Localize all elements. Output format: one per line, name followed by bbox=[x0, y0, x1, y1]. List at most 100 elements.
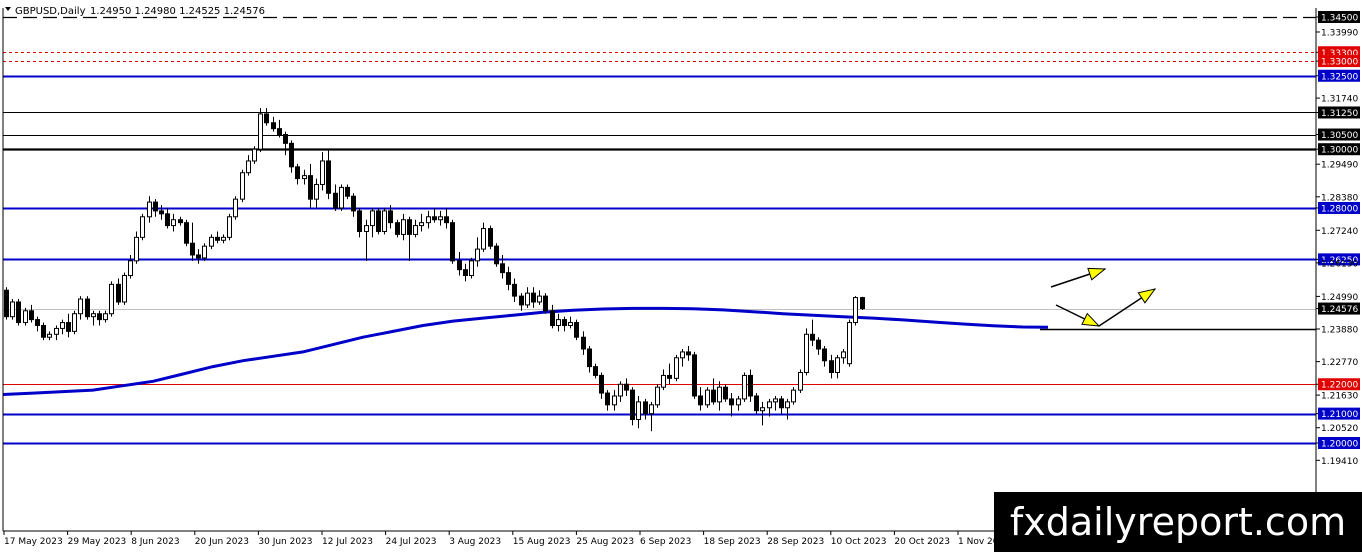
candle bbox=[140, 213, 145, 241]
candle bbox=[655, 384, 660, 408]
candle-body bbox=[134, 236, 139, 262]
ohlc-label: 1.24950 1.24980 1.24525 1.24576 bbox=[90, 6, 265, 17]
candle-body bbox=[295, 166, 300, 180]
candle-body bbox=[612, 395, 617, 406]
candle bbox=[674, 354, 679, 382]
candle bbox=[227, 213, 232, 241]
candle-body bbox=[432, 216, 437, 221]
candle-body bbox=[729, 398, 734, 406]
date-tick-label: 18 Sep 2023 bbox=[704, 537, 761, 547]
candle bbox=[72, 310, 77, 335]
candle-body bbox=[351, 195, 356, 212]
candle-body bbox=[376, 210, 381, 232]
candle-body bbox=[798, 371, 803, 391]
candle-body bbox=[475, 248, 480, 262]
candle-body bbox=[841, 351, 846, 359]
candle-body bbox=[748, 374, 753, 397]
candle-body bbox=[506, 272, 511, 285]
symbol-label: GBPUSD,Daily bbox=[15, 6, 86, 17]
candle-body bbox=[47, 333, 52, 338]
candle-body bbox=[345, 186, 350, 197]
candle-body bbox=[258, 113, 263, 150]
candle-body bbox=[109, 283, 114, 315]
candle bbox=[754, 393, 759, 414]
candle-body bbox=[711, 389, 716, 403]
candle-body bbox=[240, 172, 245, 200]
candle bbox=[23, 307, 28, 326]
candle bbox=[574, 319, 579, 341]
price-tick-label: 1.19410 bbox=[1321, 457, 1358, 467]
candle-body bbox=[401, 219, 406, 235]
candle bbox=[860, 296, 865, 311]
candle bbox=[798, 369, 803, 394]
candle-body bbox=[159, 210, 164, 215]
candle-body bbox=[289, 142, 294, 168]
candle-body bbox=[308, 175, 313, 200]
candle-body bbox=[494, 245, 499, 265]
candle-body bbox=[165, 213, 170, 227]
candle-body bbox=[302, 175, 307, 180]
watermark-logo: fxdailyreport.com bbox=[994, 492, 1362, 552]
candle-body bbox=[816, 339, 821, 350]
candle-body bbox=[853, 297, 858, 324]
price-label: 1.30500 bbox=[1321, 131, 1358, 141]
candle-body bbox=[103, 313, 108, 321]
candle-body bbox=[128, 260, 133, 277]
candle-body bbox=[320, 160, 325, 185]
candle-body bbox=[581, 336, 586, 350]
candle-body bbox=[742, 374, 747, 400]
candle-body bbox=[605, 392, 610, 406]
candle-body bbox=[804, 333, 809, 373]
candle-body bbox=[97, 313, 102, 321]
candle-body bbox=[587, 348, 592, 368]
candle bbox=[202, 243, 207, 261]
candle bbox=[543, 293, 548, 314]
candle-body bbox=[636, 401, 641, 420]
candle-body bbox=[519, 295, 524, 306]
candle-body bbox=[717, 386, 722, 403]
price-label: 1.20000 bbox=[1321, 440, 1358, 450]
candle-body bbox=[10, 301, 15, 318]
candle bbox=[692, 351, 697, 399]
price-label: 1.32500 bbox=[1321, 72, 1358, 82]
candle-body bbox=[488, 228, 493, 247]
candle bbox=[791, 387, 796, 405]
candle bbox=[853, 296, 858, 326]
candle-body bbox=[122, 275, 127, 303]
candle-body bbox=[593, 366, 598, 376]
candle bbox=[488, 225, 493, 250]
date-tick-label: 20 Oct 2023 bbox=[894, 537, 950, 547]
date-tick-label: 3 Aug 2023 bbox=[449, 537, 501, 547]
date-tick-label: 20 Jun 2023 bbox=[195, 537, 249, 547]
candle-body bbox=[202, 245, 207, 259]
candle bbox=[240, 169, 245, 203]
candle-body bbox=[382, 210, 387, 232]
candle-body bbox=[388, 210, 393, 224]
candle bbox=[382, 207, 387, 235]
price-tick-label: 1.31740 bbox=[1321, 95, 1358, 105]
candle bbox=[469, 257, 474, 279]
candle-body bbox=[531, 292, 536, 303]
date-tick-label: 25 Aug 2023 bbox=[576, 537, 634, 547]
price-label: 1.22000 bbox=[1321, 381, 1358, 391]
candle-body bbox=[481, 228, 486, 250]
candle bbox=[376, 207, 381, 235]
candle-body bbox=[463, 269, 468, 277]
candle-body bbox=[618, 383, 623, 397]
candle bbox=[804, 328, 809, 376]
chart-background bbox=[0, 0, 1362, 552]
price-label: 1.34500 bbox=[1321, 14, 1358, 24]
candle bbox=[10, 299, 15, 320]
price-label: 1.21000 bbox=[1321, 410, 1358, 420]
price-tick-label: 1.23880 bbox=[1321, 326, 1358, 336]
candle-body bbox=[153, 201, 158, 212]
candle-body bbox=[525, 292, 530, 306]
candle-body bbox=[178, 219, 183, 224]
candle-body bbox=[426, 216, 431, 224]
candle bbox=[184, 219, 189, 247]
candle-body bbox=[246, 160, 251, 174]
candle-body bbox=[147, 201, 152, 218]
candle-body bbox=[661, 374, 666, 388]
candle-body bbox=[116, 283, 121, 303]
price-label: 1.28000 bbox=[1321, 204, 1358, 214]
